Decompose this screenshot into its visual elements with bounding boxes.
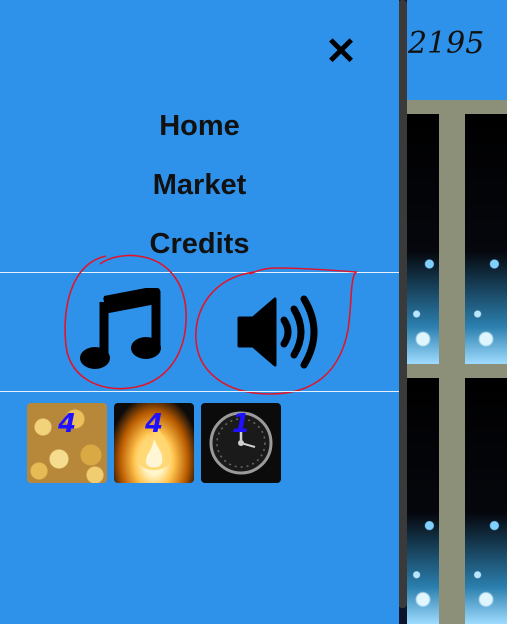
side-menu: ✕ Home Market Credits 4 4 1: [0, 0, 399, 624]
divider-bottom: [0, 391, 399, 392]
board-cell[interactable]: [465, 378, 507, 624]
board-cell[interactable]: [465, 114, 507, 364]
music-note-icon: [80, 286, 161, 369]
board-cell[interactable]: [407, 114, 439, 364]
music-toggle-button[interactable]: [78, 286, 162, 374]
item-fire[interactable]: 4: [114, 403, 194, 483]
nav-link-home[interactable]: Home: [0, 110, 399, 143]
divider-top: [0, 272, 399, 273]
close-menu-button[interactable]: ✕: [322, 32, 360, 72]
sound-toggle-button[interactable]: [236, 294, 322, 370]
item-count: 4: [144, 409, 164, 439]
item-gold-coins[interactable]: 4: [27, 403, 107, 483]
board-cell[interactable]: [407, 378, 439, 624]
item-clock[interactable]: 1: [201, 403, 281, 483]
score-value: 2195: [408, 26, 485, 61]
nav-link-credits[interactable]: Credits: [0, 228, 399, 261]
speaker-volume-icon: [237, 295, 318, 369]
board-beam-vertical: [437, 100, 465, 624]
menu-scrollbar[interactable]: [398, 0, 407, 608]
item-count: 4: [57, 409, 77, 439]
item-count: 1: [231, 409, 251, 439]
nav-link-market[interactable]: Market: [0, 169, 399, 202]
